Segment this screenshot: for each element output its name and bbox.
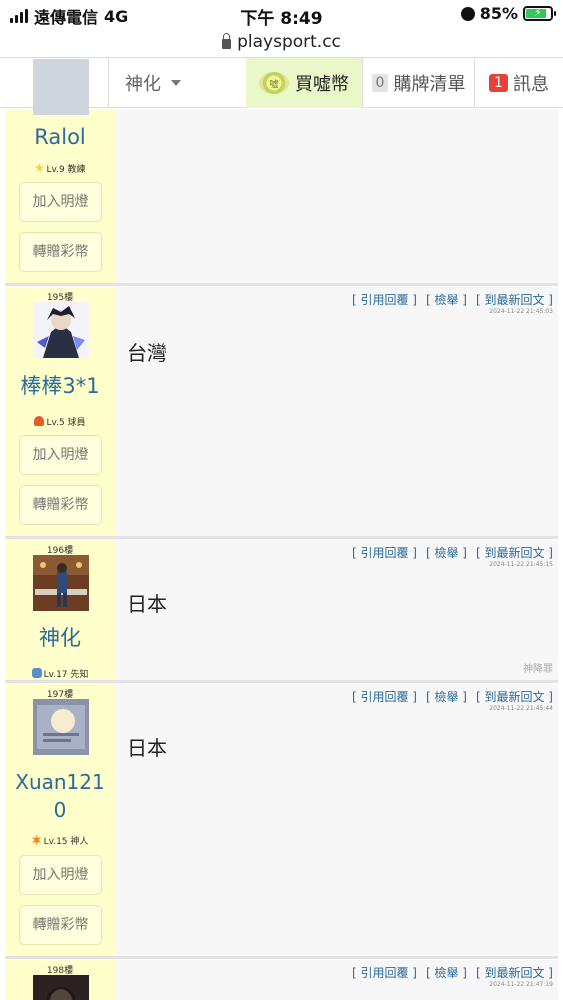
user-level: Lv.17 先知 <box>5 667 115 680</box>
latest-reply-link[interactable]: [ 到最新回文 ] <box>476 546 553 560</box>
post-author-panel: 197樓 Xuan1210 Lv.15 神人 加入明燈 轉贈彩幣 <box>5 684 115 956</box>
username-link[interactable]: Ralol <box>5 123 115 151</box>
post: 197樓 Xuan1210 Lv.15 神人 加入明燈 轉贈彩幣 [ 引用回覆 … <box>5 684 558 959</box>
latest-reply-link[interactable]: [ 到最新回文 ] <box>476 966 553 980</box>
report-link[interactable]: [ 檢舉 ] <box>426 293 467 307</box>
post-actions: [ 引用回覆 ] [ 檢舉 ] [ 到最新回文 ] <box>343 688 553 705</box>
post-actions: [ 引用回覆 ] [ 檢舉 ] [ 到最新回文 ] <box>343 291 553 308</box>
post-author-panel: Ralol Lv.9 教練 加入明燈 轉贈彩幣 <box>5 59 115 283</box>
message-count-badge: 1 <box>489 74 508 92</box>
post-content: [ 引用回覆 ] [ 檢舉 ] [ 到最新回文 ] 2024-11-22 21:47… <box>115 960 558 1000</box>
user-level: Lv.5 球員 <box>5 415 115 428</box>
post: 196樓 神化 Lv.17 先知 [ 引用回覆 ] [ 檢舉 ] [ 到最新回文 ]… <box>5 540 558 683</box>
user-menu[interactable]: 神化 <box>108 58 246 108</box>
latest-reply-link[interactable]: [ 到最新回文 ] <box>476 690 553 704</box>
status-right: 85% ⚡ <box>460 4 556 23</box>
quote-reply-link[interactable]: [ 引用回覆 ] <box>352 293 417 307</box>
post-actions: [ 引用回覆 ] [ 檢舉 ] [ 到最新回文 ] <box>343 964 553 981</box>
avatar[interactable] <box>33 59 89 115</box>
post: 195樓 棒棒3*1 Lv.5 球員 加入明燈 轉贈彩幣 [ 引用回覆 ] [ 檢… <box>5 287 558 539</box>
chevron-down-icon <box>171 80 181 86</box>
post-timestamp: 2024-11-22 21:45:15 <box>489 561 553 568</box>
avatar[interactable] <box>33 555 89 611</box>
avatar[interactable] <box>33 699 89 755</box>
post-actions: [ 引用回覆 ] [ 檢舉 ] [ 到最新回文 ] <box>343 544 553 561</box>
level-icon <box>31 668 42 678</box>
cart-label: 購牌清單 <box>393 74 466 95</box>
report-link[interactable]: [ 檢舉 ] <box>426 690 467 704</box>
post-body: 日本 <box>127 736 167 760</box>
post-body: 台灣 <box>127 341 167 365</box>
buy-coins-button[interactable]: 噓 買噓幣 <box>246 58 362 108</box>
post-content: [ 引用回覆 ] [ 檢舉 ] [ 到最新回文 ] 2024-11-22 21:45… <box>115 540 558 680</box>
post-timestamp: 2024-11-22 21:45:03 <box>489 308 553 315</box>
report-link[interactable]: [ 檢舉 ] <box>426 546 467 560</box>
add-light-button[interactable]: 加入明燈 <box>19 182 102 222</box>
gift-coins-button[interactable]: 轉贈彩幣 <box>19 485 102 525</box>
cart-count-badge: 0 <box>371 74 389 92</box>
post-content: [ 引用回覆 ] [ 檢舉 ] [ 到最新回文 ] 2024-11-22 21:45… <box>115 287 558 536</box>
username-link[interactable]: 神化 <box>5 624 115 652</box>
status-bar: 遠傳電信 4G 下午 8:49 85% ⚡ <box>0 0 563 29</box>
star-icon <box>34 163 45 173</box>
messages-label: 訊息 <box>512 74 549 95</box>
post-author-panel: 198樓 <box>5 960 115 1000</box>
user-level: Lv.9 教練 <box>5 162 115 175</box>
sun-icon <box>32 835 42 845</box>
post-author-panel: 196樓 神化 Lv.17 先知 <box>5 540 115 680</box>
post-content: [ 引用回覆 ] [ 檢舉 ] [ 到最新回文 ] 2024-11-22 21:45… <box>115 684 558 956</box>
url-text: playsport.cc <box>237 32 341 52</box>
alarm-icon <box>460 6 475 21</box>
username-link[interactable]: 棒棒3*1 <box>5 372 115 400</box>
quote-reply-link[interactable]: [ 引用回覆 ] <box>352 690 417 704</box>
quote-reply-link[interactable]: [ 引用回覆 ] <box>352 966 417 980</box>
username-link[interactable]: Xuan1210 <box>5 768 115 824</box>
buy-coins-label: 買噓幣 <box>295 74 349 95</box>
add-light-button[interactable]: 加入明燈 <box>19 435 102 475</box>
gift-coins-button[interactable]: 轉贈彩幣 <box>19 905 102 945</box>
messages-button[interactable]: 1 訊息 <box>474 58 563 108</box>
post-timestamp: 2024-11-22 21:47:19 <box>489 981 553 988</box>
url-bar[interactable]: playsport.cc <box>0 28 563 56</box>
cart-button[interactable]: 0 購牌清單 <box>362 58 474 108</box>
user-level: Lv.15 神人 <box>5 834 115 847</box>
post-timestamp: 2024-11-22 21:45:44 <box>489 705 553 712</box>
battery-percent: 85% <box>479 4 518 23</box>
post: 198樓 [ 引用回覆 ] [ 檢舉 ] [ 到最新回文 ] 2024-11-22 … <box>5 960 558 1000</box>
post-author-panel: 195樓 棒棒3*1 Lv.5 球員 加入明燈 轉贈彩幣 <box>5 287 115 536</box>
add-light-button[interactable]: 加入明燈 <box>19 855 102 895</box>
gift-coins-button[interactable]: 轉贈彩幣 <box>19 232 102 272</box>
post-body: 日本 <box>127 592 167 616</box>
avatar[interactable] <box>33 975 89 1000</box>
avatar[interactable] <box>33 302 89 358</box>
post-content <box>115 109 558 283</box>
nav-username: 神化 <box>125 74 161 95</box>
latest-reply-link[interactable]: [ 到最新回文 ] <box>476 293 553 307</box>
lock-icon <box>222 32 232 49</box>
report-link[interactable]: [ 檢舉 ] <box>426 966 467 980</box>
quote-reply-link[interactable]: [ 引用回覆 ] <box>352 546 417 560</box>
level-icon <box>34 416 45 426</box>
battery-icon: ⚡ <box>523 6 556 21</box>
coin-icon: 噓 <box>259 72 289 94</box>
post: Ralol Lv.9 教練 加入明燈 轉贈彩幣 <box>5 59 558 286</box>
user-signature: 神降罪 <box>523 664 553 675</box>
